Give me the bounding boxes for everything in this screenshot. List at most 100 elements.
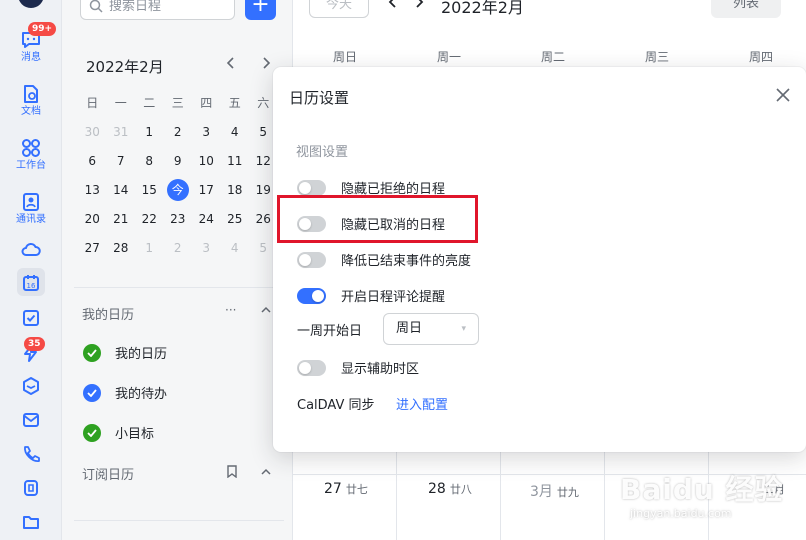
mini-day[interactable]: 27: [78, 241, 107, 255]
prev-month-icon[interactable]: [387, 0, 399, 14]
calendar-sidebar: + 2022年2月 日 一 二 三 四 五 六 30 31 1 2 3 4 5 …: [62, 0, 293, 540]
option-label: 降低已结束事件的亮度: [341, 254, 472, 269]
document-icon: [24, 85, 38, 103]
nav-docs-label: 文档: [21, 106, 41, 117]
mini-day[interactable]: 3: [192, 125, 221, 139]
today-button[interactable]: 今天: [309, 0, 369, 18]
toggle-knob: [299, 361, 311, 374]
checkbox-icon: [23, 310, 39, 326]
bookmark-add-icon[interactable]: [226, 465, 238, 481]
nav-meeting[interactable]: [0, 376, 62, 396]
collapse-icon[interactable]: [260, 304, 272, 318]
mini-day[interactable]: 31: [107, 125, 136, 139]
watermark: Baidu 经验 jingyan.baidu.com: [618, 462, 806, 526]
caldav-label: CalDAV 同步: [297, 398, 375, 413]
day-number: 3月: [530, 484, 553, 500]
check-icon[interactable]: [83, 423, 101, 442]
nav-mail[interactable]: [0, 410, 62, 430]
check-icon[interactable]: [83, 343, 101, 362]
mini-weekday: 三: [171, 96, 184, 110]
nav-messages-label: 消息: [21, 52, 41, 63]
grid-line: [396, 450, 397, 540]
dim-past-events-toggle[interactable]: [297, 251, 326, 268]
mini-day[interactable]: 30: [78, 125, 107, 139]
list-view-button[interactable]: 列表: [711, 0, 781, 18]
mini-prev-month-icon[interactable]: [226, 56, 236, 74]
collapse-icon[interactable]: [260, 466, 272, 480]
search-input[interactable]: [109, 0, 229, 14]
week-start-select[interactable]: 周日 ▾: [383, 313, 479, 345]
mini-day[interactable]: 21: [107, 212, 136, 226]
mini-day[interactable]: 11: [221, 154, 250, 168]
calendar-item-label: 我的日历: [115, 347, 168, 362]
day-number: 27: [324, 481, 342, 497]
mini-day[interactable]: 4: [221, 125, 250, 139]
avatar[interactable]: [18, 0, 44, 8]
nav-docs[interactable]: 文档: [0, 84, 62, 118]
nav-cloud[interactable]: [0, 240, 62, 260]
close-icon[interactable]: [773, 85, 793, 105]
nav-wiki[interactable]: [0, 478, 62, 498]
mini-day-today[interactable]: 今: [164, 178, 193, 201]
mini-day[interactable]: 7: [107, 154, 136, 168]
day-cell[interactable]: 27 廿七: [324, 481, 368, 497]
mini-day[interactable]: 17: [192, 183, 221, 197]
mini-day[interactable]: 8: [135, 154, 164, 168]
more-icon[interactable]: ···: [225, 303, 236, 317]
mini-day[interactable]: 13: [78, 183, 107, 197]
option-aux-timezone: 显示辅助时区: [297, 358, 419, 377]
calendar-item-my-todo[interactable]: 我的待办: [83, 383, 167, 402]
hide-declined-toggle[interactable]: [297, 179, 326, 196]
mini-next-month-icon[interactable]: [261, 56, 271, 74]
mini-weekday: 一: [114, 96, 127, 110]
option-label: 开启日程评论提醒: [341, 290, 446, 305]
nav-workspace[interactable]: 工作台: [0, 138, 62, 172]
mini-day[interactable]: 10: [192, 154, 221, 168]
caldav-config-link[interactable]: 进入配置: [396, 394, 448, 413]
mini-day[interactable]: 1: [135, 125, 164, 139]
nav-contacts[interactable]: 通讯录: [0, 192, 62, 226]
calendar-item-my-calendar[interactable]: 我的日历: [83, 343, 167, 362]
add-event-button[interactable]: +: [245, 0, 276, 20]
mini-day[interactable]: 1: [135, 241, 164, 255]
nav-tasks[interactable]: [0, 308, 62, 328]
mini-day[interactable]: 22: [135, 212, 164, 226]
aux-timezone-toggle[interactable]: [297, 359, 326, 376]
toggle-knob: [299, 253, 311, 266]
mini-day[interactable]: 2: [164, 241, 193, 255]
next-month-icon[interactable]: [413, 0, 425, 14]
calendar-settings-dialog: 日历设置 视图设置 隐藏已拒绝的日程 隐藏已取消的日程 降低已结束事件的亮度 开…: [273, 67, 806, 452]
nav-phone[interactable]: [0, 444, 62, 464]
mini-calendar-month: 2022年2月: [86, 58, 164, 76]
check-icon[interactable]: [83, 383, 101, 402]
mini-day[interactable]: 20: [78, 212, 107, 226]
mini-day[interactable]: 25: [221, 212, 250, 226]
mini-weekday: 二: [143, 96, 156, 110]
mini-day[interactable]: 14: [107, 183, 136, 197]
watermark-text: Baidu 经验: [620, 473, 784, 506]
calendar-item-small-goal[interactable]: 小目标: [83, 423, 154, 442]
cloud-icon: [21, 242, 41, 256]
mini-day[interactable]: 3: [192, 241, 221, 255]
mini-calendar-grid: 日 一 二 三 四 五 六 30 31 1 2 3 4 5 6 7 8 9 10…: [78, 88, 278, 262]
caret-down-icon: ▾: [461, 324, 466, 334]
week-start-label: 一周开始日: [297, 324, 363, 339]
mini-day[interactable]: 6: [78, 154, 107, 168]
toggle-knob: [299, 181, 311, 194]
nav-calendar[interactable]: 16: [0, 273, 62, 293]
mini-day[interactable]: 4: [221, 241, 250, 255]
mini-day[interactable]: 9: [164, 154, 193, 168]
mini-day[interactable]: 24: [192, 212, 221, 226]
mini-day[interactable]: 2: [164, 125, 193, 139]
mini-day[interactable]: 15: [135, 183, 164, 197]
calendar-icon: 16: [23, 275, 39, 291]
day-cell[interactable]: 3月 廿九: [530, 481, 579, 501]
day-cell[interactable]: 28 廿八: [428, 481, 472, 497]
mini-day[interactable]: 18: [221, 183, 250, 197]
mini-day[interactable]: 28: [107, 241, 136, 255]
nav-files[interactable]: [0, 512, 62, 532]
weekday-header: 周二: [540, 50, 565, 64]
comment-reminder-toggle[interactable]: [297, 287, 326, 304]
search-box[interactable]: [80, 0, 235, 20]
mini-day[interactable]: 23: [164, 212, 193, 226]
